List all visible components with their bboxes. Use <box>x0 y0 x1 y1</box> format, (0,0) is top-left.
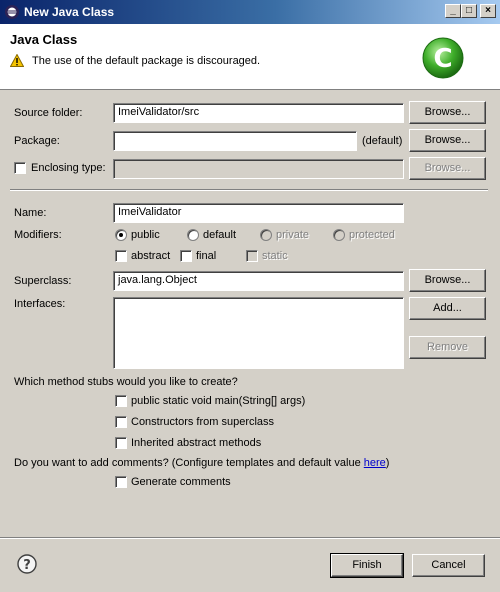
package-input[interactable] <box>113 131 357 151</box>
stub-constructors-label: Constructors from superclass <box>131 416 275 428</box>
stub-inherited-checkbox[interactable] <box>115 437 127 449</box>
package-browse-button[interactable]: Browse... <box>409 129 486 152</box>
logo-letter: C <box>433 44 452 74</box>
page-title: Java Class <box>10 32 78 47</box>
superclass-browse-button[interactable]: Browse... <box>409 269 486 292</box>
modifier-private-radio <box>260 229 272 241</box>
modifier-protected-label: protected <box>349 229 395 241</box>
stub-inherited-label: Inherited abstract methods <box>131 437 262 449</box>
comments-question-prefix: Do you want to add comments? (Configure … <box>14 457 364 469</box>
finish-button[interactable]: Finish <box>330 553 404 578</box>
wizard-header: Java Class The use of the default packag… <box>0 24 500 90</box>
window-title: New Java Class <box>24 5 115 19</box>
help-glyph: ? <box>23 558 31 573</box>
modifiers-label: Modifiers: <box>14 229 62 241</box>
remove-interface-button: Remove <box>409 336 486 359</box>
modifier-public-label: public <box>131 229 160 241</box>
enclosing-type-input <box>113 159 404 179</box>
source-folder-input[interactable]: ImeiValidator/src <box>113 103 404 123</box>
add-interface-button[interactable]: Add... <box>409 297 486 320</box>
modifier-static-label: static <box>262 250 288 262</box>
modifier-default-label: default <box>203 229 237 241</box>
interfaces-label: Interfaces: <box>14 298 66 310</box>
title-bar[interactable]: New Java Class _ □ × <box>0 0 500 24</box>
close-button[interactable]: × <box>480 4 496 18</box>
stub-main-checkbox[interactable] <box>115 395 127 407</box>
stub-constructors-checkbox[interactable] <box>115 416 127 428</box>
eclipse-app-icon <box>5 5 19 19</box>
maximize-button[interactable]: □ <box>461 4 477 18</box>
modifier-final-label: final <box>196 250 217 262</box>
modifier-default-radio[interactable] <box>187 229 199 241</box>
superclass-label: Superclass: <box>14 275 72 287</box>
modifier-abstract-label: abstract <box>131 250 171 262</box>
modifier-static-checkbox <box>246 250 258 262</box>
source-folder-label: Source folder: <box>14 107 83 119</box>
footer-separator <box>0 537 500 539</box>
generate-comments-checkbox[interactable] <box>115 476 127 488</box>
minimize-button[interactable]: _ <box>445 4 461 18</box>
generate-comments-label: Generate comments <box>131 476 231 488</box>
superclass-input[interactable]: java.lang.Object <box>113 271 404 291</box>
new-java-class-dialog: New Java Class _ □ × Java Class The use … <box>0 0 500 592</box>
interfaces-list[interactable] <box>113 297 404 369</box>
cancel-button[interactable]: Cancel <box>412 554 485 577</box>
modifier-public-radio[interactable] <box>115 229 127 241</box>
modifier-protected-radio <box>333 229 345 241</box>
method-stubs-question: Which method stubs would you like to cre… <box>14 376 238 388</box>
name-label: Name: <box>14 207 47 219</box>
enclosing-type-checkbox[interactable] <box>14 162 26 174</box>
source-folder-browse-button[interactable]: Browse... <box>409 101 486 124</box>
header-message: The use of the default package is discou… <box>32 55 261 67</box>
enclosing-type-browse-button: Browse... <box>409 157 486 180</box>
comments-question-suffix: ) <box>385 457 390 469</box>
help-icon[interactable]: ? <box>17 554 37 574</box>
java-class-logo-icon: C <box>422 37 464 79</box>
enclosing-type-label: Enclosing type: <box>31 162 106 174</box>
package-default-label: (default) <box>362 135 403 147</box>
warning-icon <box>10 54 24 67</box>
class-name-input[interactable]: ImeiValidator <box>113 203 404 223</box>
modifier-private-label: private <box>276 229 310 241</box>
configure-templates-link[interactable]: here <box>364 457 386 469</box>
modifier-final-checkbox[interactable] <box>180 250 192 262</box>
stub-main-label: public static void main(String[] args) <box>131 395 306 407</box>
package-label: Package: <box>14 135 60 147</box>
separator <box>10 189 488 191</box>
comments-question: Do you want to add comments? (Configure … <box>14 457 389 469</box>
modifier-abstract-checkbox[interactable] <box>115 250 127 262</box>
